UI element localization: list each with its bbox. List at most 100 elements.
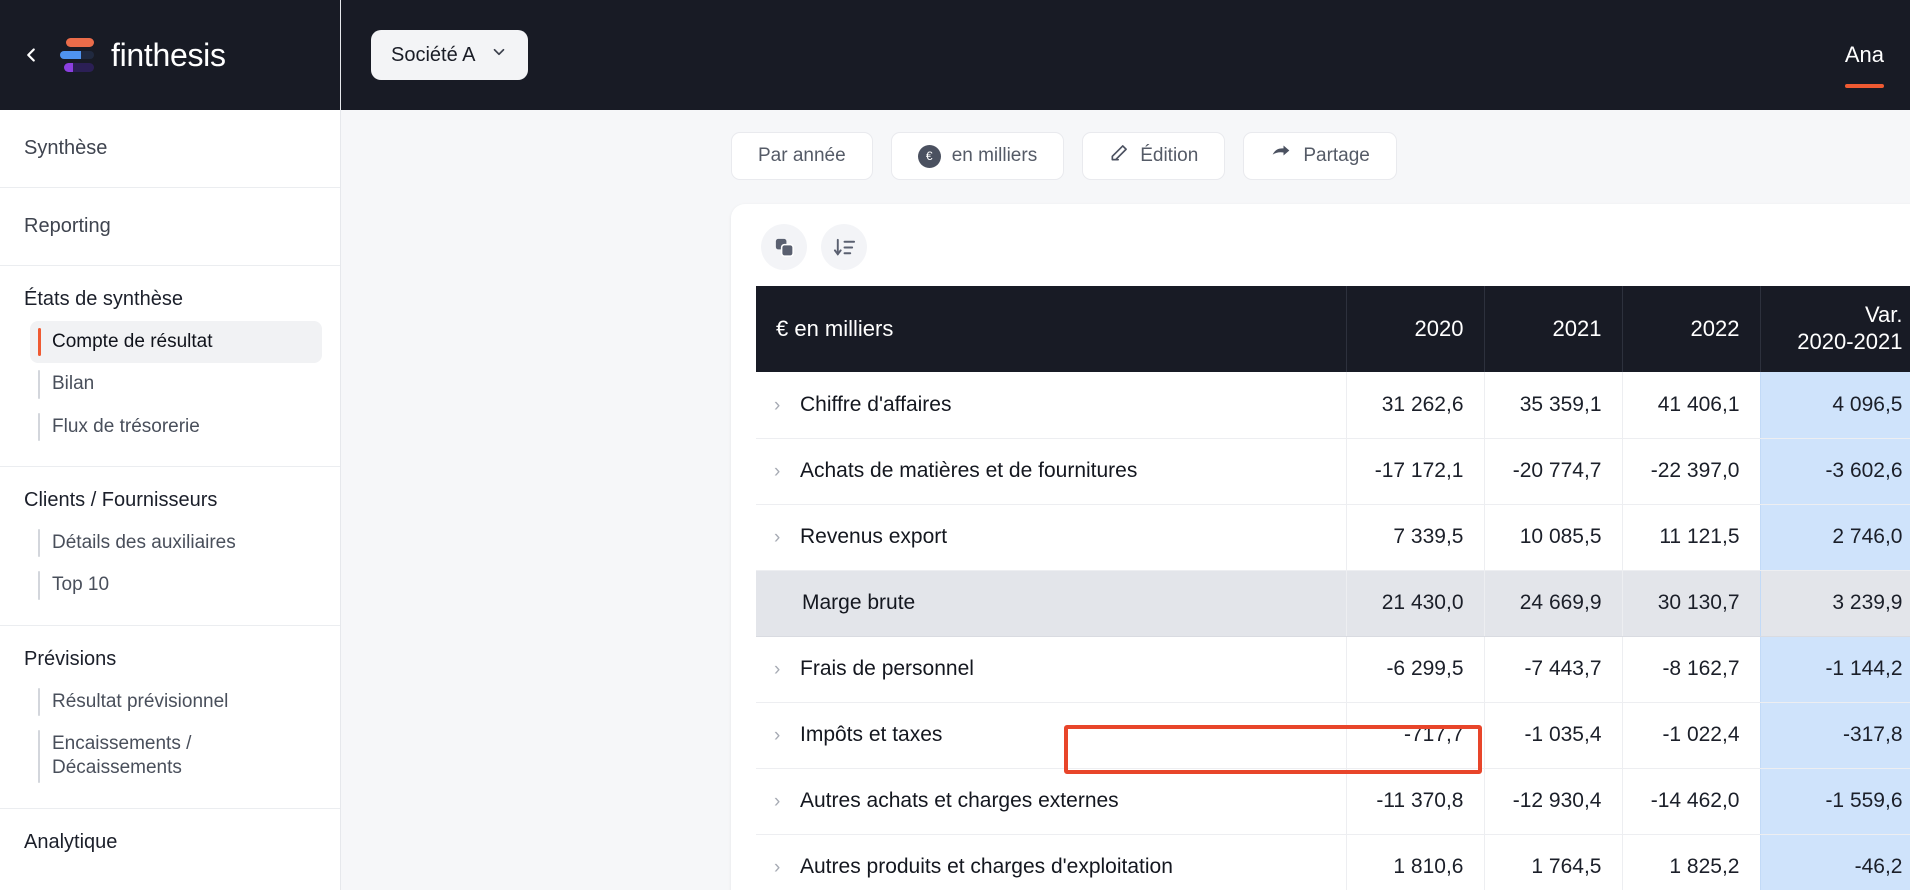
company-selector[interactable]: Société A — [371, 30, 528, 80]
cell-2020: 7 339,5 — [1345, 504, 1484, 571]
chevron-left-icon[interactable] — [18, 42, 44, 68]
cell-var-2020-2021: -1 144,2 — [1759, 636, 1910, 703]
column-header-2022[interactable]: 2022 — [1621, 286, 1760, 372]
row-label: Marge brute — [802, 591, 916, 614]
row-label: Autres achats et charges externes — [800, 789, 1119, 812]
chevron-right-icon[interactable]: › — [774, 725, 800, 747]
row-label-cell[interactable]: › Achats de matières et de fournitures — [756, 438, 1346, 505]
share-arrow-icon — [1270, 143, 1292, 169]
sidebar-item-encaissements-decaissements[interactable]: Encaissements / Décaissements — [30, 723, 322, 790]
tab-analyse[interactable]: Ana — [1844, 0, 1910, 110]
cell-2022: 1 825,2 — [1621, 834, 1760, 890]
sidebar-item-reporting[interactable]: Reporting — [0, 206, 340, 247]
cell-2020: -717,7 — [1345, 702, 1484, 769]
share-button-label: Partage — [1303, 145, 1370, 166]
table-row[interactable]: › Impôts et taxes -717,7 -1 035,4 -1 022,4 -3… — [756, 702, 1910, 769]
main-area: Société A Ana Par année € en milliers Éd… — [341, 0, 1910, 890]
share-button[interactable]: Partage — [1243, 132, 1397, 180]
var1-line2: 2020-2021 — [1797, 329, 1903, 354]
row-label-cell[interactable]: › Autres produits et charges d'exploitati… — [756, 834, 1346, 890]
row-label-cell[interactable]: › Chiffre d'affaires — [756, 372, 1346, 439]
tab-analyse-label: Ana — [1844, 42, 1884, 67]
card-toolbar: % — [731, 204, 1910, 286]
table-row[interactable]: › Frais de personnel -6 299,5 -7 443,7 -8 16… — [756, 636, 1910, 703]
row-label: Revenus export — [800, 525, 948, 548]
cell-var-2020-2021: 3 239,9 — [1759, 570, 1910, 637]
row-label-cell[interactable]: › Frais de personnel — [756, 636, 1346, 703]
sidebar-header: finthesis — [0, 0, 340, 110]
company-selector-label: Société A — [391, 43, 476, 66]
chevron-right-icon[interactable]: › — [774, 461, 800, 483]
row-label: Chiffre d'affaires — [800, 392, 952, 416]
row-label: Achats de matières et de fournitures — [800, 459, 1138, 482]
tab-active-underline — [1844, 84, 1884, 88]
row-label-cell[interactable]: › Autres achats et charges externes — [756, 768, 1346, 835]
sidebar-item-bilan[interactable]: Bilan — [30, 363, 322, 405]
sidebar-group-title-clients: Clients / Fournisseurs — [24, 488, 218, 511]
sidebar-item-top-10[interactable]: Top 10 — [30, 564, 322, 606]
nav-section-clients-fournisseurs: Clients / Fournisseurs Détails des auxil… — [0, 467, 340, 626]
column-header-label[interactable]: € en milliers — [756, 286, 1346, 372]
nav-section-synthese: Synthèse — [0, 110, 340, 188]
table-row[interactable]: › Revenus export 7 339,5 10 085,5 11 121,5 2 … — [756, 504, 1910, 571]
cell-2021: -1 035,4 — [1483, 702, 1622, 769]
sidebar-item-flux-de-tresorerie[interactable]: Flux de trésorerie — [30, 406, 322, 448]
sidebar-group-title-etats: États de synthèse — [24, 288, 183, 310]
sort-descending-icon[interactable] — [821, 224, 867, 270]
row-label-cell[interactable]: Marge brute — [756, 570, 1346, 637]
row-label: Frais de personnel — [800, 657, 974, 680]
cell-2022: 30 130,7 — [1621, 570, 1760, 637]
copy-stack-icon[interactable] — [761, 224, 807, 270]
cell-2021: -7 443,7 — [1483, 636, 1622, 703]
sidebar-item-label: Bilan — [52, 373, 95, 395]
cell-var-2020-2021: 2 746,0 — [1759, 504, 1910, 571]
content-area: % € en milliers 2020 2021 2022 Var. 2020… — [341, 180, 1910, 890]
chevron-right-icon[interactable]: › — [774, 395, 800, 417]
table-row[interactable]: › Autres achats et charges externes -11 37… — [756, 768, 1910, 835]
chevron-right-icon[interactable]: › — [774, 659, 800, 681]
sidebar-group-title-analytique: Analytique — [24, 830, 118, 853]
table-row[interactable]: › Achats de matières et de fournitures -17… — [756, 438, 1910, 505]
edit-button[interactable]: Édition — [1082, 132, 1226, 180]
period-button-label: Par année — [758, 145, 846, 166]
column-header-var-2020-2021[interactable]: Var. 2020-2021 — [1759, 286, 1910, 372]
topbar: Société A Ana — [341, 0, 1910, 110]
brand-logo[interactable]: finthesis — [60, 37, 226, 74]
sidebar-item-label: Encaissements / Décaissements — [52, 732, 192, 779]
cell-2020: -6 299,5 — [1345, 636, 1484, 703]
row-label-cell[interactable]: › Revenus export — [756, 504, 1346, 571]
chevron-right-icon[interactable]: › — [774, 791, 800, 813]
row-label: Impôts et taxes — [800, 723, 943, 746]
cell-2022: -14 462,0 — [1621, 768, 1760, 835]
cell-2022: 41 406,1 — [1621, 372, 1760, 439]
cell-2020: 21 430,0 — [1345, 570, 1484, 637]
cell-2021: 1 764,5 — [1483, 834, 1622, 890]
chevron-right-icon[interactable]: › — [774, 857, 800, 879]
sidebar-item-resultat-previsionnel[interactable]: Résultat prévisionnel — [30, 681, 322, 723]
cell-2022: -1 022,4 — [1621, 702, 1760, 769]
cell-var-2020-2021: -317,8 — [1759, 702, 1910, 769]
cell-2020: 31 262,6 — [1345, 372, 1484, 439]
sidebar-item-synthese[interactable]: Synthèse — [0, 128, 340, 169]
sidebar-item-label: Flux de trésorerie — [52, 415, 200, 437]
cell-2021: -12 930,4 — [1483, 768, 1622, 835]
cell-2021: -20 774,7 — [1483, 438, 1622, 505]
cell-2020: -17 172,1 — [1345, 438, 1484, 505]
nav-section-etats-de-synthese: États de synthèse Compte de résultat Bil… — [0, 266, 340, 467]
cell-var-2020-2021: -3 602,6 — [1759, 438, 1910, 505]
sidebar-item-details-des-auxiliaires[interactable]: Détails des auxiliaires — [30, 522, 322, 564]
period-button[interactable]: Par année — [731, 132, 873, 180]
income-statement-table: € en milliers 2020 2021 2022 Var. 2020-2… — [756, 286, 1910, 890]
table-row[interactable]: Marge brute 21 430,0 24 669,9 30 130,7 3 239… — [756, 570, 1910, 637]
table-row[interactable]: › Autres produits et charges d'exploitati… — [756, 834, 1910, 890]
sidebar-item-label: Compte de résultat — [52, 331, 213, 352]
sidebar-item-compte-de-resultat[interactable]: Compte de résultat — [30, 321, 322, 364]
unit-button[interactable]: € en milliers — [890, 132, 1065, 180]
row-label-cell[interactable]: › Impôts et taxes — [756, 702, 1346, 769]
column-header-2020[interactable]: 2020 — [1345, 286, 1484, 372]
chevron-right-icon[interactable]: › — [774, 527, 800, 549]
nav-section-analytique: Analytique — [0, 809, 340, 882]
table-row[interactable]: › Chiffre d'affaires 31 262,6 35 359,1 41 40… — [756, 372, 1910, 439]
column-header-2021[interactable]: 2021 — [1483, 286, 1622, 372]
row-label: Autres produits et charges d'exploitatio… — [800, 855, 1173, 878]
